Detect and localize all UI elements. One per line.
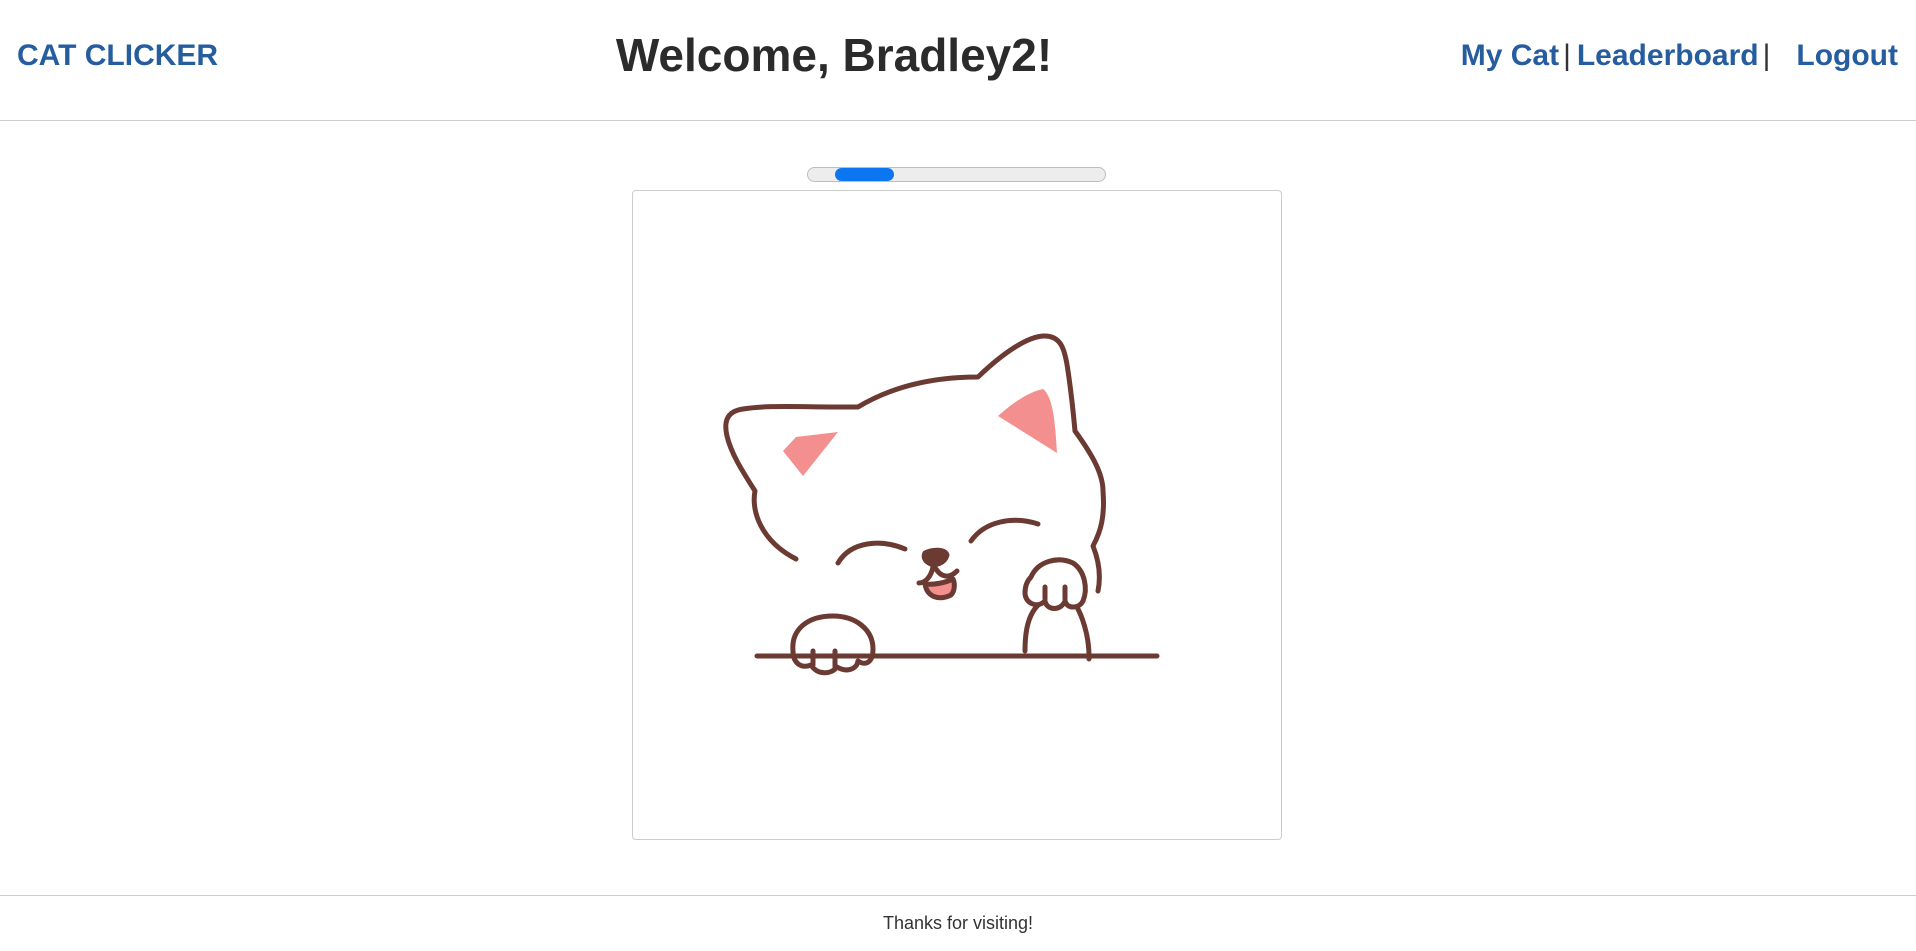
cat-click-area[interactable] [632, 190, 1282, 840]
top-nav: My Cat | Leaderboard | Logout [1461, 36, 1898, 76]
footer-text: Thanks for visiting! [882, 913, 1034, 933]
page-footer: Thanks for visiting! [0, 895, 1916, 951]
progress-bar [807, 167, 1106, 182]
nav-separator: | [1563, 39, 1571, 72]
nav-leaderboard-link[interactable]: Leaderboard [1577, 39, 1759, 72]
nav-my-cat-link[interactable]: My Cat [1461, 39, 1559, 72]
progress-bar-fill [834, 168, 895, 181]
nav-separator: | [1762, 39, 1771, 72]
nav-logout-link[interactable]: Logout [1796, 39, 1898, 72]
cat-icon [723, 333, 1160, 676]
page-header: CAT CLICKER Welcome, Bradley2! My Cat | Le… [0, 0, 1916, 121]
page-title: Welcome, Bradley2! [615, 29, 1053, 81]
